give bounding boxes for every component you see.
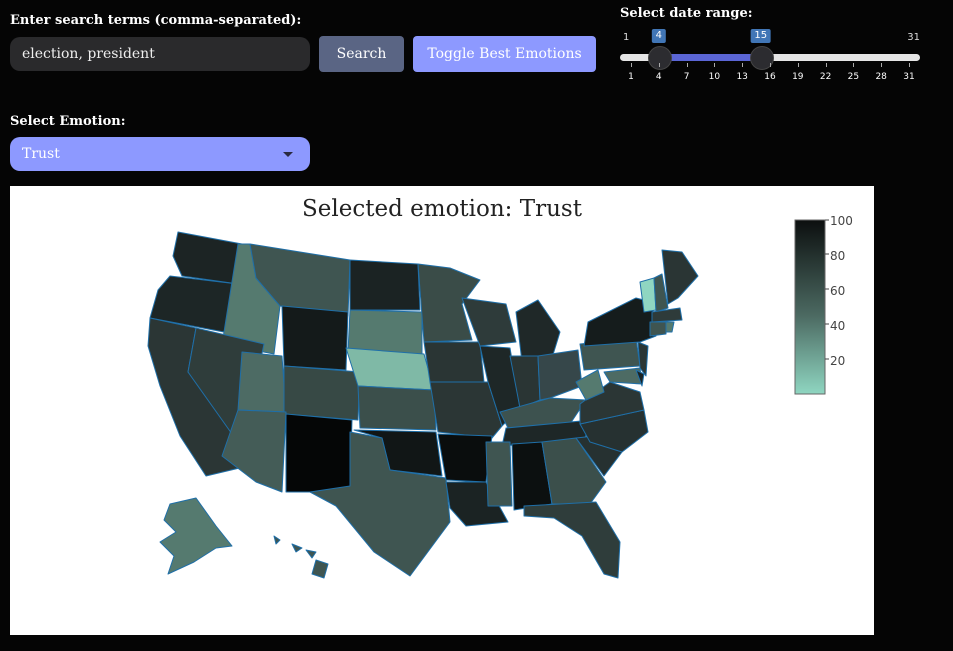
slider-max-label: 31: [907, 32, 920, 43]
slider-tick: [686, 63, 688, 67]
slider-tick: [825, 63, 827, 67]
state-utah: [237, 351, 287, 413]
search-input[interactable]: election, president: [10, 37, 310, 71]
slider-tick: [631, 63, 632, 67]
slider-tick-label: 16: [764, 72, 776, 82]
emotion-select[interactable]: Trust: [10, 137, 310, 171]
slider-tick-label: 25: [847, 72, 860, 82]
colorbar-tick-60: 60: [830, 284, 845, 298]
slider-tick: [658, 63, 660, 67]
colorbar-tick-100: 100: [830, 214, 853, 228]
toggle-best-emotions-button[interactable]: Toggle Best Emotions: [413, 36, 596, 72]
state-connecticut: [649, 321, 667, 337]
slider-min-label: 1: [623, 32, 630, 43]
slider-tick-label: 1: [628, 72, 634, 82]
date-range-label: Select date range:: [620, 6, 753, 21]
state-arkansas: [437, 433, 493, 483]
slider-tick: [770, 63, 771, 67]
slider-tick-label: 28: [875, 72, 887, 82]
state-michigan: [515, 299, 561, 363]
state-rhode-island: [665, 321, 675, 333]
slider-tick-label: 7: [683, 72, 690, 82]
colorbar: 100 80 60 40 20: [794, 214, 853, 395]
slider-tick-label: 4: [655, 72, 662, 82]
state-north-dakota: [349, 259, 421, 311]
state-washington: [172, 231, 243, 285]
state-ohio: [537, 349, 583, 401]
state-kansas: [357, 385, 437, 431]
slider-tick: [714, 63, 716, 67]
colorbar-tick-20: 20: [830, 354, 845, 368]
slider-tick-label: 13: [736, 72, 748, 82]
state-colorado: [283, 365, 361, 421]
emotion-label: Select Emotion:: [10, 114, 126, 129]
slider-tick: [909, 63, 910, 67]
slider-tick-label: 19: [792, 72, 804, 82]
state-hawaii: [273, 535, 329, 579]
state-alaska: [159, 497, 233, 575]
us-choropleth-map[interactable]: 100 80 60 40 20: [10, 186, 874, 635]
slider-selected-range: [658, 54, 761, 61]
colorbar-tick-40: 40: [830, 319, 845, 333]
slider-tick: [853, 63, 855, 67]
state-iowa: [423, 341, 485, 383]
date-range-slider[interactable]: 1 31 4 15 1 4 7 10 13 16 19 22 25 28 31: [620, 28, 920, 88]
state-maine: [661, 249, 699, 305]
emotion-selected-value: Trust: [22, 146, 60, 162]
slider-tick-label: 10: [708, 72, 721, 82]
slider-tick-label: 22: [819, 72, 832, 82]
slider-end-value: 15: [750, 29, 772, 43]
slider-tick: [881, 63, 883, 67]
slider-start-handle[interactable]: [647, 46, 672, 70]
state-nebraska: [345, 347, 435, 391]
slider-start-value: 4: [651, 29, 666, 43]
search-label: Enter search terms (comma-separated):: [10, 13, 302, 28]
state-mississippi: [485, 441, 513, 507]
slider-tick: [742, 63, 744, 67]
slider-tick: [797, 63, 799, 67]
chevron-down-icon: [283, 152, 293, 157]
colorbar-tick-80: 80: [830, 249, 845, 263]
search-button[interactable]: Search: [319, 36, 404, 72]
slider-tick-label: 31: [903, 72, 915, 82]
map-panel: Selected emotion: Trust 100 80 60 40 20: [10, 186, 874, 635]
state-wyoming: [281, 305, 349, 371]
state-new-mexico: [285, 413, 353, 493]
state-florida: [523, 501, 621, 579]
